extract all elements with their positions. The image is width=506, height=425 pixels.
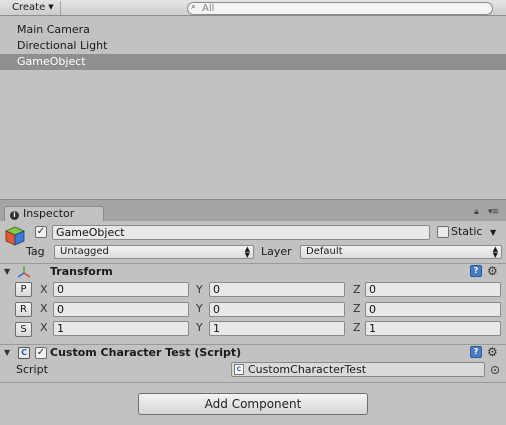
hierarchy-toolbar: Create ▼ ⌕ — [0, 0, 506, 16]
rotation-y-field[interactable]: 0 — [209, 302, 345, 317]
inspector-tab-strip: i Inspector 🔒︎ ▾≡ — [0, 199, 506, 222]
gameobject-cube-icon — [5, 226, 25, 246]
add-component-button[interactable]: Add Component — [138, 393, 368, 415]
transform-title: Transform — [50, 265, 113, 278]
rotation-x-label: X — [40, 302, 48, 315]
scale-y-label: Y — [196, 321, 203, 334]
tab-inspector[interactable]: i Inspector — [4, 206, 104, 222]
search-field[interactable]: ⌕ — [187, 2, 493, 15]
script-enabled-checkbox[interactable]: ✓ — [35, 347, 47, 359]
gameobject-name-value: GameObject — [56, 226, 125, 239]
help-icon[interactable]: ? — [470, 346, 482, 358]
script-component-title: Custom Character Test (Script) — [50, 346, 242, 359]
hierarchy-item-gameobject[interactable]: GameObject — [0, 54, 506, 70]
create-button-label: Create — [12, 2, 46, 13]
scale-y-field[interactable]: 1 — [209, 321, 345, 336]
position-y-label: Y — [196, 283, 203, 296]
hierarchy-item-main-camera[interactable]: Main Camera — [0, 22, 506, 38]
position-x-value: 0 — [57, 283, 64, 296]
scale-x-label: X — [40, 321, 48, 334]
hierarchy-item-label: Directional Light — [17, 39, 108, 52]
gear-icon[interactable]: ⚙ — [487, 264, 498, 278]
info-icon: i — [10, 211, 19, 220]
layer-dropdown[interactable]: Default ▲ ▼ — [300, 245, 502, 259]
static-checkbox[interactable] — [437, 226, 449, 238]
search-input[interactable] — [202, 3, 482, 14]
csharp-script-icon: C — [18, 347, 30, 359]
position-z-value: 0 — [369, 283, 376, 296]
lock-icon[interactable]: 🔒︎ — [474, 207, 479, 217]
rotation-x-value: 0 — [57, 303, 64, 316]
scale-y-value: 1 — [213, 322, 220, 335]
rotation-z-value: 0 — [369, 303, 376, 316]
script-field-label: Script — [16, 363, 48, 376]
layer-dropdown-value: Default — [306, 246, 343, 257]
static-label: Static — [451, 225, 483, 238]
search-icon: ⌕ — [191, 2, 197, 12]
divider — [0, 382, 506, 383]
reset-position-button[interactable]: P — [15, 282, 32, 297]
checkmark-icon: ✓ — [36, 347, 46, 358]
transform-header[interactable]: ▼ Transform ? ⚙ — [0, 263, 506, 279]
foldout-arrow-icon[interactable]: ▼ — [4, 347, 10, 359]
rotation-z-field[interactable]: 0 — [365, 302, 501, 317]
position-x-field[interactable]: 0 — [53, 282, 189, 297]
checkmark-icon: ✓ — [36, 226, 46, 237]
scale-x-field[interactable]: 1 — [53, 321, 189, 336]
rotation-x-field[interactable]: 0 — [53, 302, 189, 317]
position-z-field[interactable]: 0 — [365, 282, 501, 297]
gear-icon[interactable]: ⚙ — [487, 345, 498, 359]
dropdown-arrows-icon: ▲ ▼ — [492, 245, 498, 259]
script-field-value: CustomCharacterTest — [248, 363, 367, 376]
scale-x-value: 1 — [57, 322, 64, 335]
tag-label: Tag — [26, 245, 45, 258]
rotation-button-label: R — [20, 304, 27, 315]
position-y-field[interactable]: 0 — [209, 282, 345, 297]
scale-z-value: 1 — [369, 322, 376, 335]
active-checkbox[interactable]: ✓ — [35, 226, 47, 238]
scale-z-field[interactable]: 1 — [365, 321, 501, 336]
dropdown-arrows-icon: ▲ ▼ — [244, 245, 250, 259]
hierarchy-item-label: Main Camera — [17, 23, 90, 36]
static-dropdown-icon[interactable]: ▼ — [490, 226, 496, 240]
gameobject-name-field[interactable]: GameObject — [52, 225, 430, 240]
foldout-arrow-icon[interactable]: ▼ — [4, 266, 10, 278]
hierarchy-panel: Create▼ ⌕ Main Camera Directional Light … — [0, 0, 506, 199]
rotation-y-value: 0 — [213, 303, 220, 316]
position-y-value: 0 — [213, 283, 220, 296]
object-picker-icon[interactable] — [491, 366, 499, 374]
create-button[interactable]: Create ▼ — [6, 1, 61, 15]
hierarchy-item-label: GameObject — [17, 55, 86, 68]
position-z-label: Z — [353, 283, 361, 296]
script-object-field[interactable]: C CustomCharacterTest — [231, 362, 485, 377]
position-x-label: X — [40, 283, 48, 296]
reset-rotation-button[interactable]: R — [15, 302, 32, 317]
script-component-header[interactable]: ▼ C ✓ Custom Character Test (Script) ? ⚙ — [0, 344, 506, 360]
hierarchy-item-directional-light[interactable]: Directional Light — [0, 38, 506, 54]
scale-z-label: Z — [353, 321, 361, 334]
rotation-z-label: Z — [353, 302, 361, 315]
position-button-label: P — [20, 284, 27, 295]
tag-dropdown-value: Untagged — [60, 246, 109, 257]
tab-inspector-label: Inspector — [23, 207, 75, 220]
script-file-icon: C — [234, 364, 244, 375]
chevron-down-icon: ▼ — [48, 3, 54, 11]
scale-button-label: S — [20, 324, 27, 335]
panel-menu-icon[interactable]: ▾≡ — [488, 207, 499, 217]
layer-label: Layer — [261, 245, 292, 258]
inspector-panel: ✓ GameObject Static ▼ Tag Untagged ▲ ▼ La… — [0, 221, 506, 425]
transform-icon — [17, 266, 31, 278]
tag-dropdown[interactable]: Untagged ▲ ▼ — [54, 245, 254, 259]
help-icon[interactable]: ? — [470, 265, 482, 277]
rotation-y-label: Y — [196, 302, 203, 315]
reset-scale-button[interactable]: S — [15, 322, 32, 337]
